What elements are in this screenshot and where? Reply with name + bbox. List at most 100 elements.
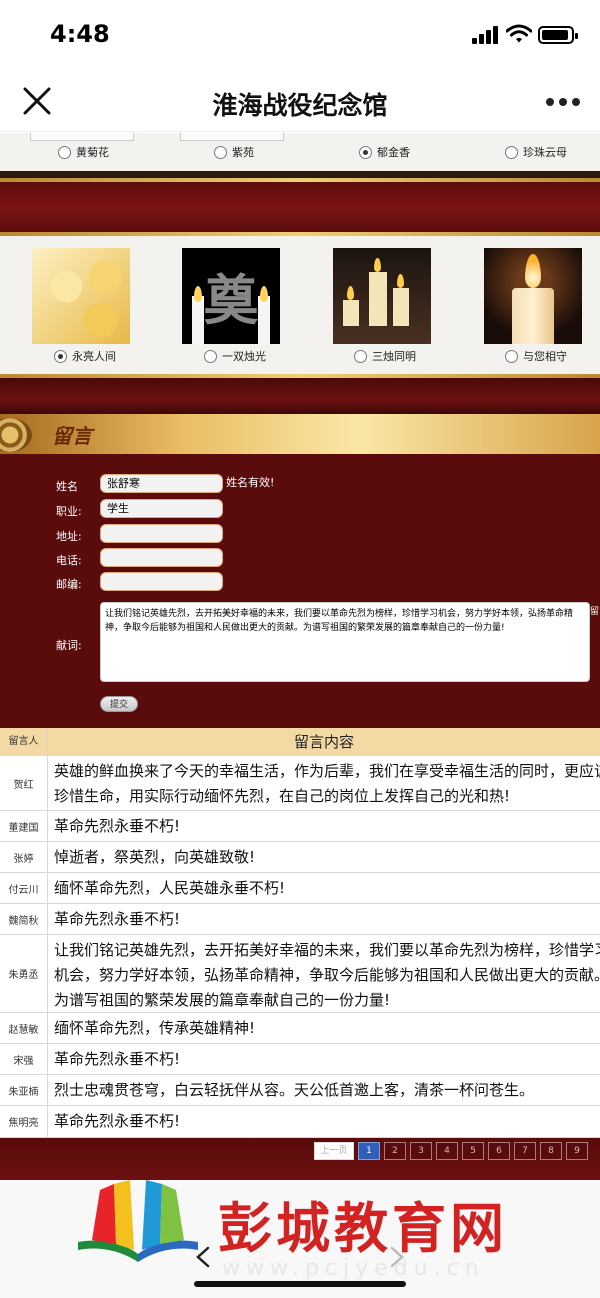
- row-message: 革命先烈永垂不朽!: [54, 1050, 181, 1068]
- submit-button[interactable]: 提交: [100, 696, 138, 712]
- job-field[interactable]: 学生: [100, 499, 223, 518]
- message-form: 姓名 张舒寒 姓名有效! 职业: 学生 地址: 电话: 邮编: 献词: 让我们铭…: [0, 454, 600, 728]
- row-author: 朱勇丞: [0, 935, 48, 1012]
- candle-image-single[interactable]: [484, 248, 582, 344]
- table-row: 焦明亮 革命先烈永垂不朽!: [0, 1106, 600, 1138]
- signal-icon: [472, 26, 500, 44]
- wifi-icon: [506, 24, 532, 43]
- candle-image-pair[interactable]: 奠: [182, 248, 280, 344]
- radio-button-selected[interactable]: [54, 349, 67, 363]
- phone-field[interactable]: [100, 548, 223, 567]
- dedication-side-text: 留: [590, 607, 600, 617]
- radio-button[interactable]: [505, 349, 518, 363]
- page-button[interactable]: 5: [462, 1142, 484, 1160]
- row-message: 悼逝者，祭英烈，向英雄致敬!: [54, 848, 256, 866]
- more-icon[interactable]: [546, 98, 580, 106]
- radio-button[interactable]: [505, 145, 518, 159]
- address-label: 地址:: [56, 530, 82, 543]
- radio-button[interactable]: [58, 145, 71, 159]
- row-message: 革命先烈永垂不朽!: [54, 1112, 181, 1130]
- radio-button-selected[interactable]: [359, 145, 372, 159]
- row-message: 革命先烈永垂不朽!: [54, 910, 181, 928]
- row-author: 魏简秋: [0, 904, 48, 934]
- flower-thumb: [30, 133, 134, 141]
- phone-label: 电话:: [56, 554, 82, 567]
- row-author: 焦明亮: [0, 1106, 48, 1137]
- forward-chevron-icon[interactable]: [388, 1246, 406, 1268]
- row-author: 董建国: [0, 811, 48, 841]
- candle-option-label: 一双烛光: [222, 350, 266, 363]
- job-label: 职业:: [56, 505, 82, 518]
- status-time: 4:48: [50, 20, 110, 48]
- candle-options: 奠 永亮人间 一双烛光 三烛同明 与您相守: [0, 236, 600, 374]
- table-row: 魏简秋 革命先烈永垂不朽!: [0, 904, 600, 935]
- home-indicator[interactable]: [194, 1281, 406, 1287]
- pagination: 上一页 1 2 3 4 5 6 7 8 9: [0, 1138, 600, 1180]
- flower-option-label: 黄菊花: [76, 146, 109, 159]
- footer-watermark: 彭城教育网 www.pcjyedu.cn: [0, 1180, 600, 1298]
- table-row: 贺红 英雄的鲜血换来了今天的幸福生活，作为后辈，我们在享受幸福生活的同时，更应该…: [0, 756, 600, 811]
- decorative-band: [0, 378, 600, 414]
- message-header: 留言: [0, 414, 600, 454]
- candle-option-label: 与您相守: [523, 350, 567, 363]
- page-button-current[interactable]: 1: [358, 1142, 380, 1160]
- flower-option[interactable]: 紫苑: [214, 144, 254, 160]
- name-field[interactable]: 张舒寒: [100, 474, 223, 493]
- radio-button[interactable]: [204, 349, 217, 363]
- page-button[interactable]: 6: [488, 1142, 510, 1160]
- radio-button[interactable]: [354, 349, 367, 363]
- page-button[interactable]: 8: [540, 1142, 562, 1160]
- dedication-textarea[interactable]: 让我们铭记英雄先烈，去开拓美好幸福的未来，我们要以革命先烈为榜样，珍惜学习机会，…: [100, 602, 590, 682]
- table-header: 留言人 留言内容: [0, 728, 600, 756]
- table-row: 宋强 革命先烈永垂不朽!: [0, 1044, 600, 1075]
- flower-option[interactable]: 黄菊花: [58, 144, 109, 160]
- candle-option-label: 永亮人间: [72, 350, 116, 363]
- screen: 4:48 淮海战役纪念馆 黄菊花 紫苑 郁金香 珍珠云母 奠 永亮人间 一双烛光…: [0, 0, 600, 1298]
- divider: [0, 171, 600, 178]
- row-message: 缅怀革命先烈，人民英雄永垂不朽!: [54, 879, 286, 897]
- message-title: 留言: [52, 424, 92, 448]
- table-row: 朱亚楠 烈士忠魂贯苍穹，白云轻抚伴从容。天公低首邀上客，清茶一杯问苍生。: [0, 1075, 600, 1106]
- candle-image-three[interactable]: [333, 248, 431, 344]
- message-table: 留言人 留言内容 贺红 英雄的鲜血换来了今天的幸福生活，作为后辈，我们在享受幸福…: [0, 728, 600, 1138]
- table-row: 朱勇丞 让我们铭记英雄先烈，去开拓美好幸福的未来，我们要以革命先烈为榜样，珍惜学…: [0, 935, 600, 1013]
- candle-option[interactable]: 与您相守: [505, 348, 567, 364]
- table-row: 张婷 悼逝者，祭英烈，向英雄致敬!: [0, 842, 600, 873]
- row-message: 烈士忠魂贯苍穹，白云轻抚伴从容。天公低首邀上客，清茶一杯问苍生。: [54, 1081, 535, 1099]
- row-author: 朱亚楠: [0, 1075, 48, 1105]
- row-message: 缅怀革命先烈，传承英雄精神!: [54, 1019, 256, 1037]
- page-button[interactable]: 4: [436, 1142, 458, 1160]
- candle-option[interactable]: 永亮人间: [54, 348, 116, 364]
- page-button[interactable]: 2: [384, 1142, 406, 1160]
- page-button[interactable]: 3: [410, 1142, 432, 1160]
- address-field[interactable]: [100, 524, 223, 543]
- page-button[interactable]: 7: [514, 1142, 536, 1160]
- flower-options: 黄菊花 紫苑 郁金香 珍珠云母: [0, 133, 600, 171]
- column-header-name: 留言人: [0, 728, 48, 756]
- flower-option-label: 紫苑: [232, 146, 254, 159]
- candle-image-flowers[interactable]: [32, 248, 130, 344]
- dedication-label: 献词:: [56, 639, 82, 652]
- page-button[interactable]: 9: [566, 1142, 588, 1160]
- radio-button[interactable]: [214, 145, 227, 159]
- column-header-content: 留言内容: [293, 733, 354, 751]
- flower-option[interactable]: 珍珠云母: [505, 144, 567, 160]
- table-row: 付云川 缅怀革命先烈，人民英雄永垂不朽!: [0, 873, 600, 904]
- watermark-title: 彭城教育网: [218, 1197, 508, 1260]
- book-logo-icon: [78, 1180, 198, 1262]
- prev-page-button[interactable]: 上一页: [314, 1142, 354, 1160]
- flower-option[interactable]: 郁金香: [359, 144, 410, 160]
- watermark-url: www.pcjyedu.cn: [222, 1256, 485, 1281]
- candle-option[interactable]: 一双烛光: [204, 348, 266, 364]
- row-author: 付云川: [0, 873, 48, 903]
- flower-option-label: 珍珠云母: [523, 146, 567, 159]
- back-chevron-icon[interactable]: [194, 1246, 212, 1268]
- postcode-field[interactable]: [100, 572, 223, 591]
- row-author: 赵慧敏: [0, 1013, 48, 1043]
- page-title: 淮海战役纪念馆: [212, 91, 388, 120]
- row-message: 让我们铭记英雄先烈，去开拓美好幸福的未来，我们要以革命先烈为榜样，珍惜学习机会，…: [54, 941, 600, 1009]
- flower-thumb: [180, 133, 284, 141]
- candle-option[interactable]: 三烛同明: [354, 348, 416, 364]
- row-message: 英雄的鲜血换来了今天的幸福生活，作为后辈，我们在享受幸福生活的同时，更应该珍惜生…: [54, 762, 600, 805]
- row-author: 张婷: [0, 842, 48, 872]
